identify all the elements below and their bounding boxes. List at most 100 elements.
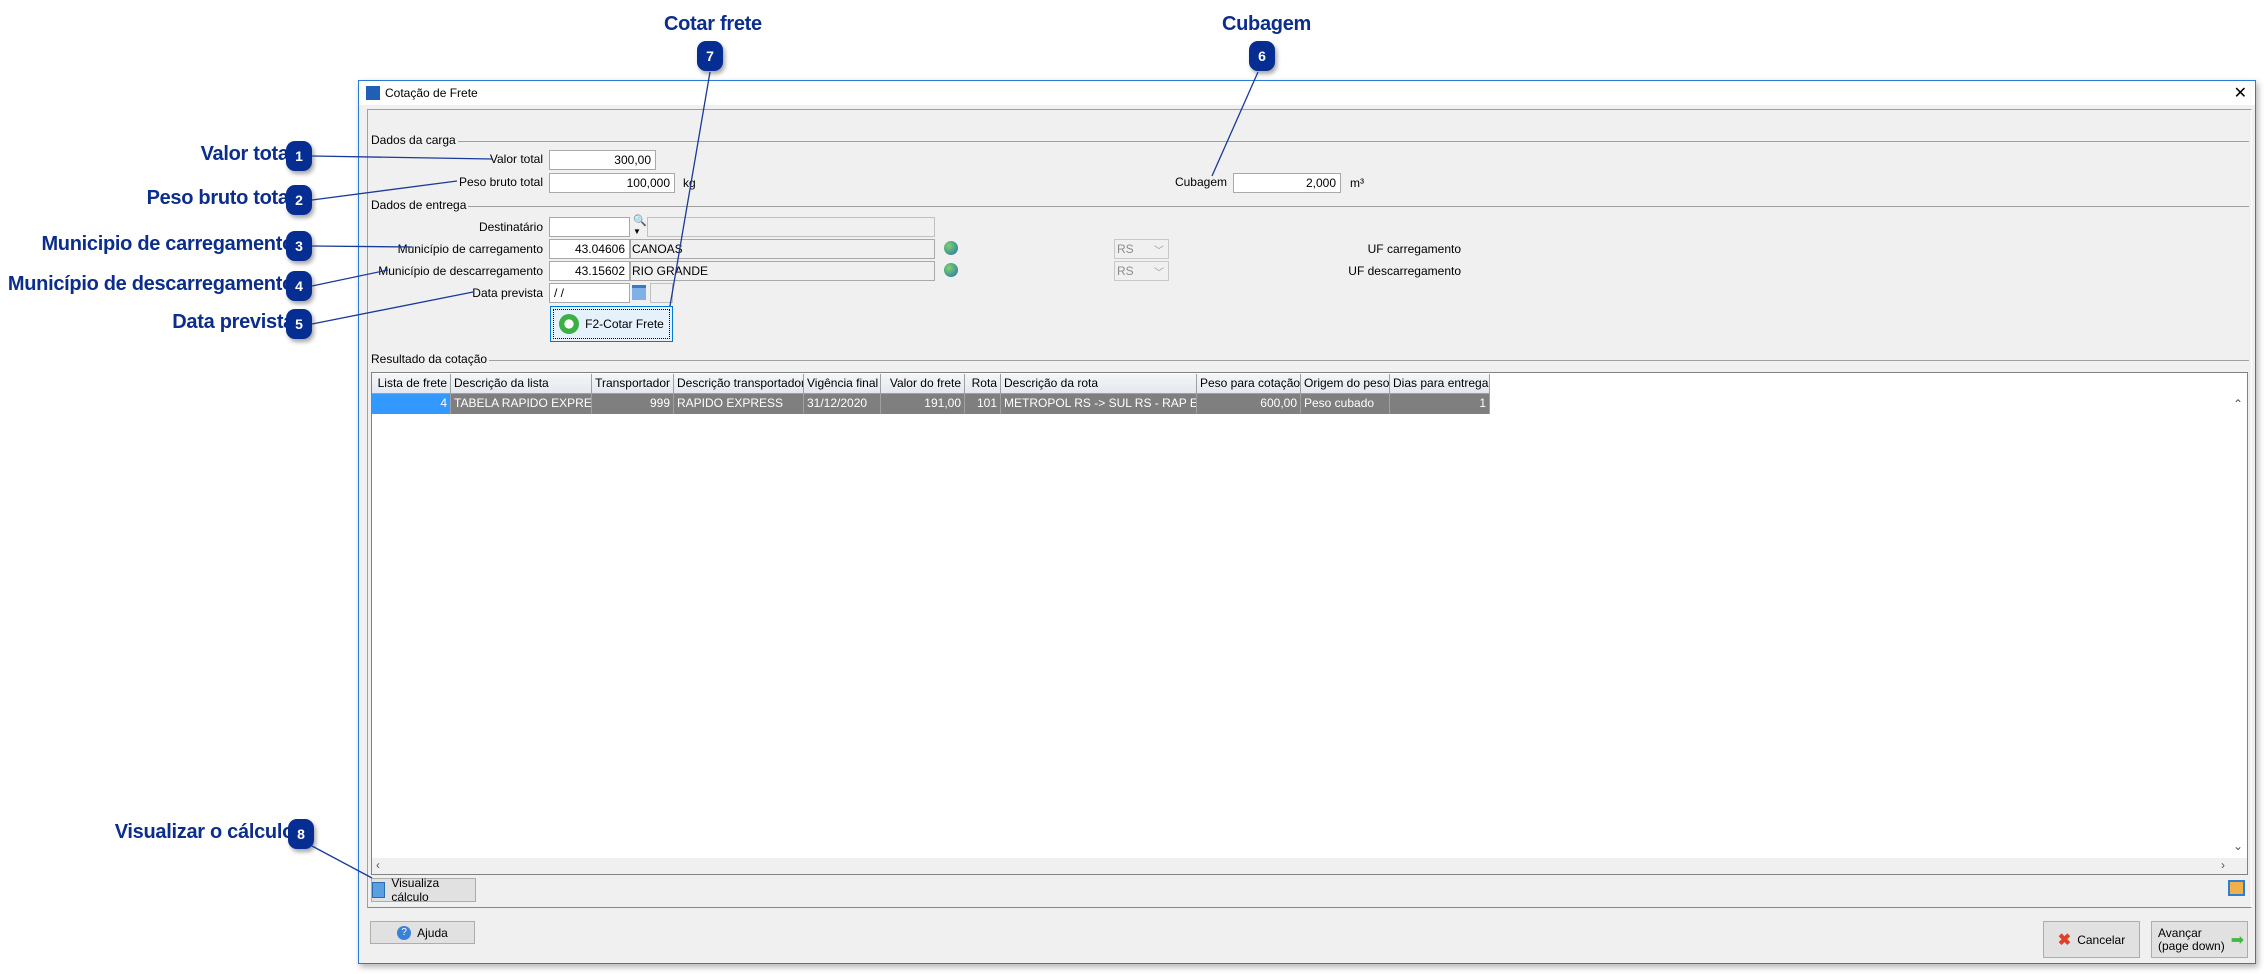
- callout-badge-6: 6: [1249, 41, 1275, 71]
- scroll-left-icon[interactable]: ‹: [376, 858, 380, 872]
- close-button[interactable]: ✕: [2234, 83, 2247, 103]
- table-cell[interactable]: 31/12/2020: [804, 394, 881, 414]
- valor-total-label: Valor total: [489, 152, 543, 166]
- cubagem-label: Cubagem: [1174, 175, 1227, 189]
- table-cell[interactable]: 1: [1390, 394, 1490, 414]
- callout-label-mun-carregamento: Municipio de carregamento: [41, 233, 294, 255]
- cotacao-frete-window: Cotação de Frete ✕ Dados da carga Valor …: [358, 80, 2256, 964]
- peso-unit: kg: [683, 176, 696, 190]
- column-header[interactable]: Lista de frete: [372, 374, 451, 394]
- chevron-down-icon: ﹀: [1154, 246, 1164, 257]
- column-header[interactable]: Peso para cotação: [1197, 374, 1301, 394]
- table-cell[interactable]: 4: [372, 394, 451, 414]
- column-header[interactable]: Descrição da lista: [451, 374, 592, 394]
- data-prevista-label: Data prevista: [472, 286, 543, 300]
- callout-badge-7: 7: [697, 41, 723, 71]
- uf-descarregamento-select[interactable]: RS ﹀: [1114, 261, 1169, 281]
- help-icon: ?: [397, 925, 412, 940]
- app-icon: [366, 86, 380, 100]
- uf-value: RS: [1117, 242, 1134, 256]
- callout-label-visualizar-calculo: Visualizar o cálculo: [114, 821, 295, 843]
- cubagem-input[interactable]: 2,000: [1233, 173, 1341, 193]
- section-title: Dados da carga: [371, 133, 458, 147]
- uf-descarregamento-label: UF descarregamento: [1348, 264, 1461, 278]
- table-cell[interactable]: TABELA RAPIDO EXPRESS: [451, 394, 592, 414]
- chevron-down-icon: ﹀: [1154, 268, 1164, 279]
- button-sublabel: (page down): [2158, 938, 2225, 953]
- main-panel: Dados da carga Valor total 300,00 Peso b…: [367, 109, 2252, 908]
- table-cell[interactable]: 600,00: [1197, 394, 1301, 414]
- button-label: Cancelar: [2077, 932, 2126, 947]
- cancelar-button[interactable]: ✖ Cancelar: [2043, 921, 2140, 958]
- callout-label-cotar-frete: Cotar frete: [664, 13, 762, 35]
- destinatario-label: Destinatário: [478, 220, 543, 234]
- column-header[interactable]: Dias para entrega: [1390, 374, 1490, 394]
- column-header[interactable]: Transportador: [592, 374, 674, 394]
- mun-carregamento-label: Município de carregamento: [397, 242, 543, 256]
- uf-value: RS: [1117, 264, 1134, 278]
- uf-carregamento-select[interactable]: RS ﹀: [1114, 239, 1169, 259]
- mun-descarregamento-name-field: RIO GRANDE: [630, 261, 935, 281]
- table-cell[interactable]: RAPIDO EXPRESS: [674, 394, 804, 414]
- data-extra-field: [650, 283, 673, 303]
- window-title: Cotação de Frete: [385, 86, 478, 100]
- callout-badge-3: 3: [286, 231, 312, 261]
- mun-descarregamento-code-input[interactable]: 43.15602: [549, 261, 630, 281]
- table-row[interactable]: 4TABELA RAPIDO EXPRESS999RAPIDO EXPRESS3…: [372, 394, 1490, 414]
- title-bar: Cotação de Frete ✕: [359, 81, 2255, 105]
- section-title: Dados de entrega: [371, 198, 469, 212]
- column-header[interactable]: Rota: [965, 374, 1001, 394]
- column-header[interactable]: Vigência final: [804, 374, 881, 394]
- column-header[interactable]: Descrição da rota: [1001, 374, 1197, 394]
- column-header[interactable]: Descrição transportador: [674, 374, 804, 394]
- cubagem-unit: m³: [1350, 176, 1364, 190]
- mun-carregamento-code-input[interactable]: 43.04606: [549, 239, 630, 259]
- mun-carregamento-name-field: CANOAS: [630, 239, 935, 259]
- scroll-up-icon[interactable]: ⌃: [2233, 397, 2243, 411]
- callout-badge-2: 2: [286, 185, 312, 215]
- arrow-right-icon: ➡: [2230, 931, 2245, 949]
- peso-bruto-label: Peso bruto total: [458, 175, 543, 189]
- callout-label-peso-bruto: Peso bruto total: [146, 187, 295, 209]
- uf-carregamento-label: UF carregamento: [1367, 242, 1461, 256]
- column-header[interactable]: Valor do frete: [881, 374, 965, 394]
- table-cell[interactable]: METROPOL RS -> SUL RS - RAP EXPR: [1001, 394, 1197, 414]
- horizontal-scrollbar[interactable]: ‹ ›: [372, 858, 2247, 874]
- section-resultado: Resultado da cotação: [371, 352, 2249, 366]
- cancel-x-icon: ✖: [2057, 931, 2072, 949]
- grid-header: Lista de frete Descrição da lista Transpor…: [372, 374, 1490, 394]
- valor-total-input[interactable]: 300,00: [549, 150, 656, 170]
- data-prevista-input[interactable]: / /: [549, 283, 630, 303]
- avancar-button[interactable]: Avançar (page down) ➡: [2151, 921, 2248, 958]
- cotar-frete-button[interactable]: F2-Cotar Frete: [550, 306, 673, 342]
- callout-badge-8: 8: [288, 819, 314, 849]
- globe-icon[interactable]: [944, 263, 958, 277]
- section-title: Resultado da cotação: [371, 352, 490, 366]
- peso-bruto-input[interactable]: 100,000: [549, 173, 675, 193]
- section-dados-carga: Dados da carga: [371, 133, 2249, 147]
- ajuda-button[interactable]: ? Ajuda: [370, 921, 475, 944]
- table-cell[interactable]: 999: [592, 394, 674, 414]
- table-cell[interactable]: Peso cubado: [1301, 394, 1390, 414]
- column-header[interactable]: Origem do peso: [1301, 374, 1390, 394]
- calculator-icon: [372, 882, 386, 898]
- scroll-down-icon[interactable]: ⌄: [2233, 839, 2243, 853]
- callout-label-mun-descarregamento: Município de descarregamento: [7, 273, 294, 295]
- callout-label-valor-total: Valor total: [200, 143, 295, 165]
- calendar-icon[interactable]: [632, 285, 646, 300]
- callout-label-data-prevista: Data prevista: [172, 311, 294, 333]
- globe-icon[interactable]: [944, 241, 958, 255]
- destinatario-code-input[interactable]: [549, 217, 630, 237]
- resultado-grid[interactable]: Lista de frete Descrição da lista Transpor…: [371, 372, 2248, 875]
- search-icon[interactable]: 🔍 ▼: [633, 216, 647, 237]
- table-cell[interactable]: 101: [965, 394, 1001, 414]
- table-cell[interactable]: 191,00: [881, 394, 965, 414]
- visualiza-calculo-button[interactable]: Visualiza cálculo: [371, 876, 476, 904]
- callout-label-cubagem: Cubagem: [1222, 13, 1312, 35]
- callout-badge-5: 5: [286, 309, 312, 339]
- export-grid-icon[interactable]: [2228, 880, 2245, 896]
- scroll-right-icon[interactable]: ›: [2221, 858, 2225, 872]
- destinatario-name-field: [647, 217, 935, 237]
- callout-badge-1: 1: [286, 141, 312, 171]
- button-label: Ajuda: [417, 925, 448, 940]
